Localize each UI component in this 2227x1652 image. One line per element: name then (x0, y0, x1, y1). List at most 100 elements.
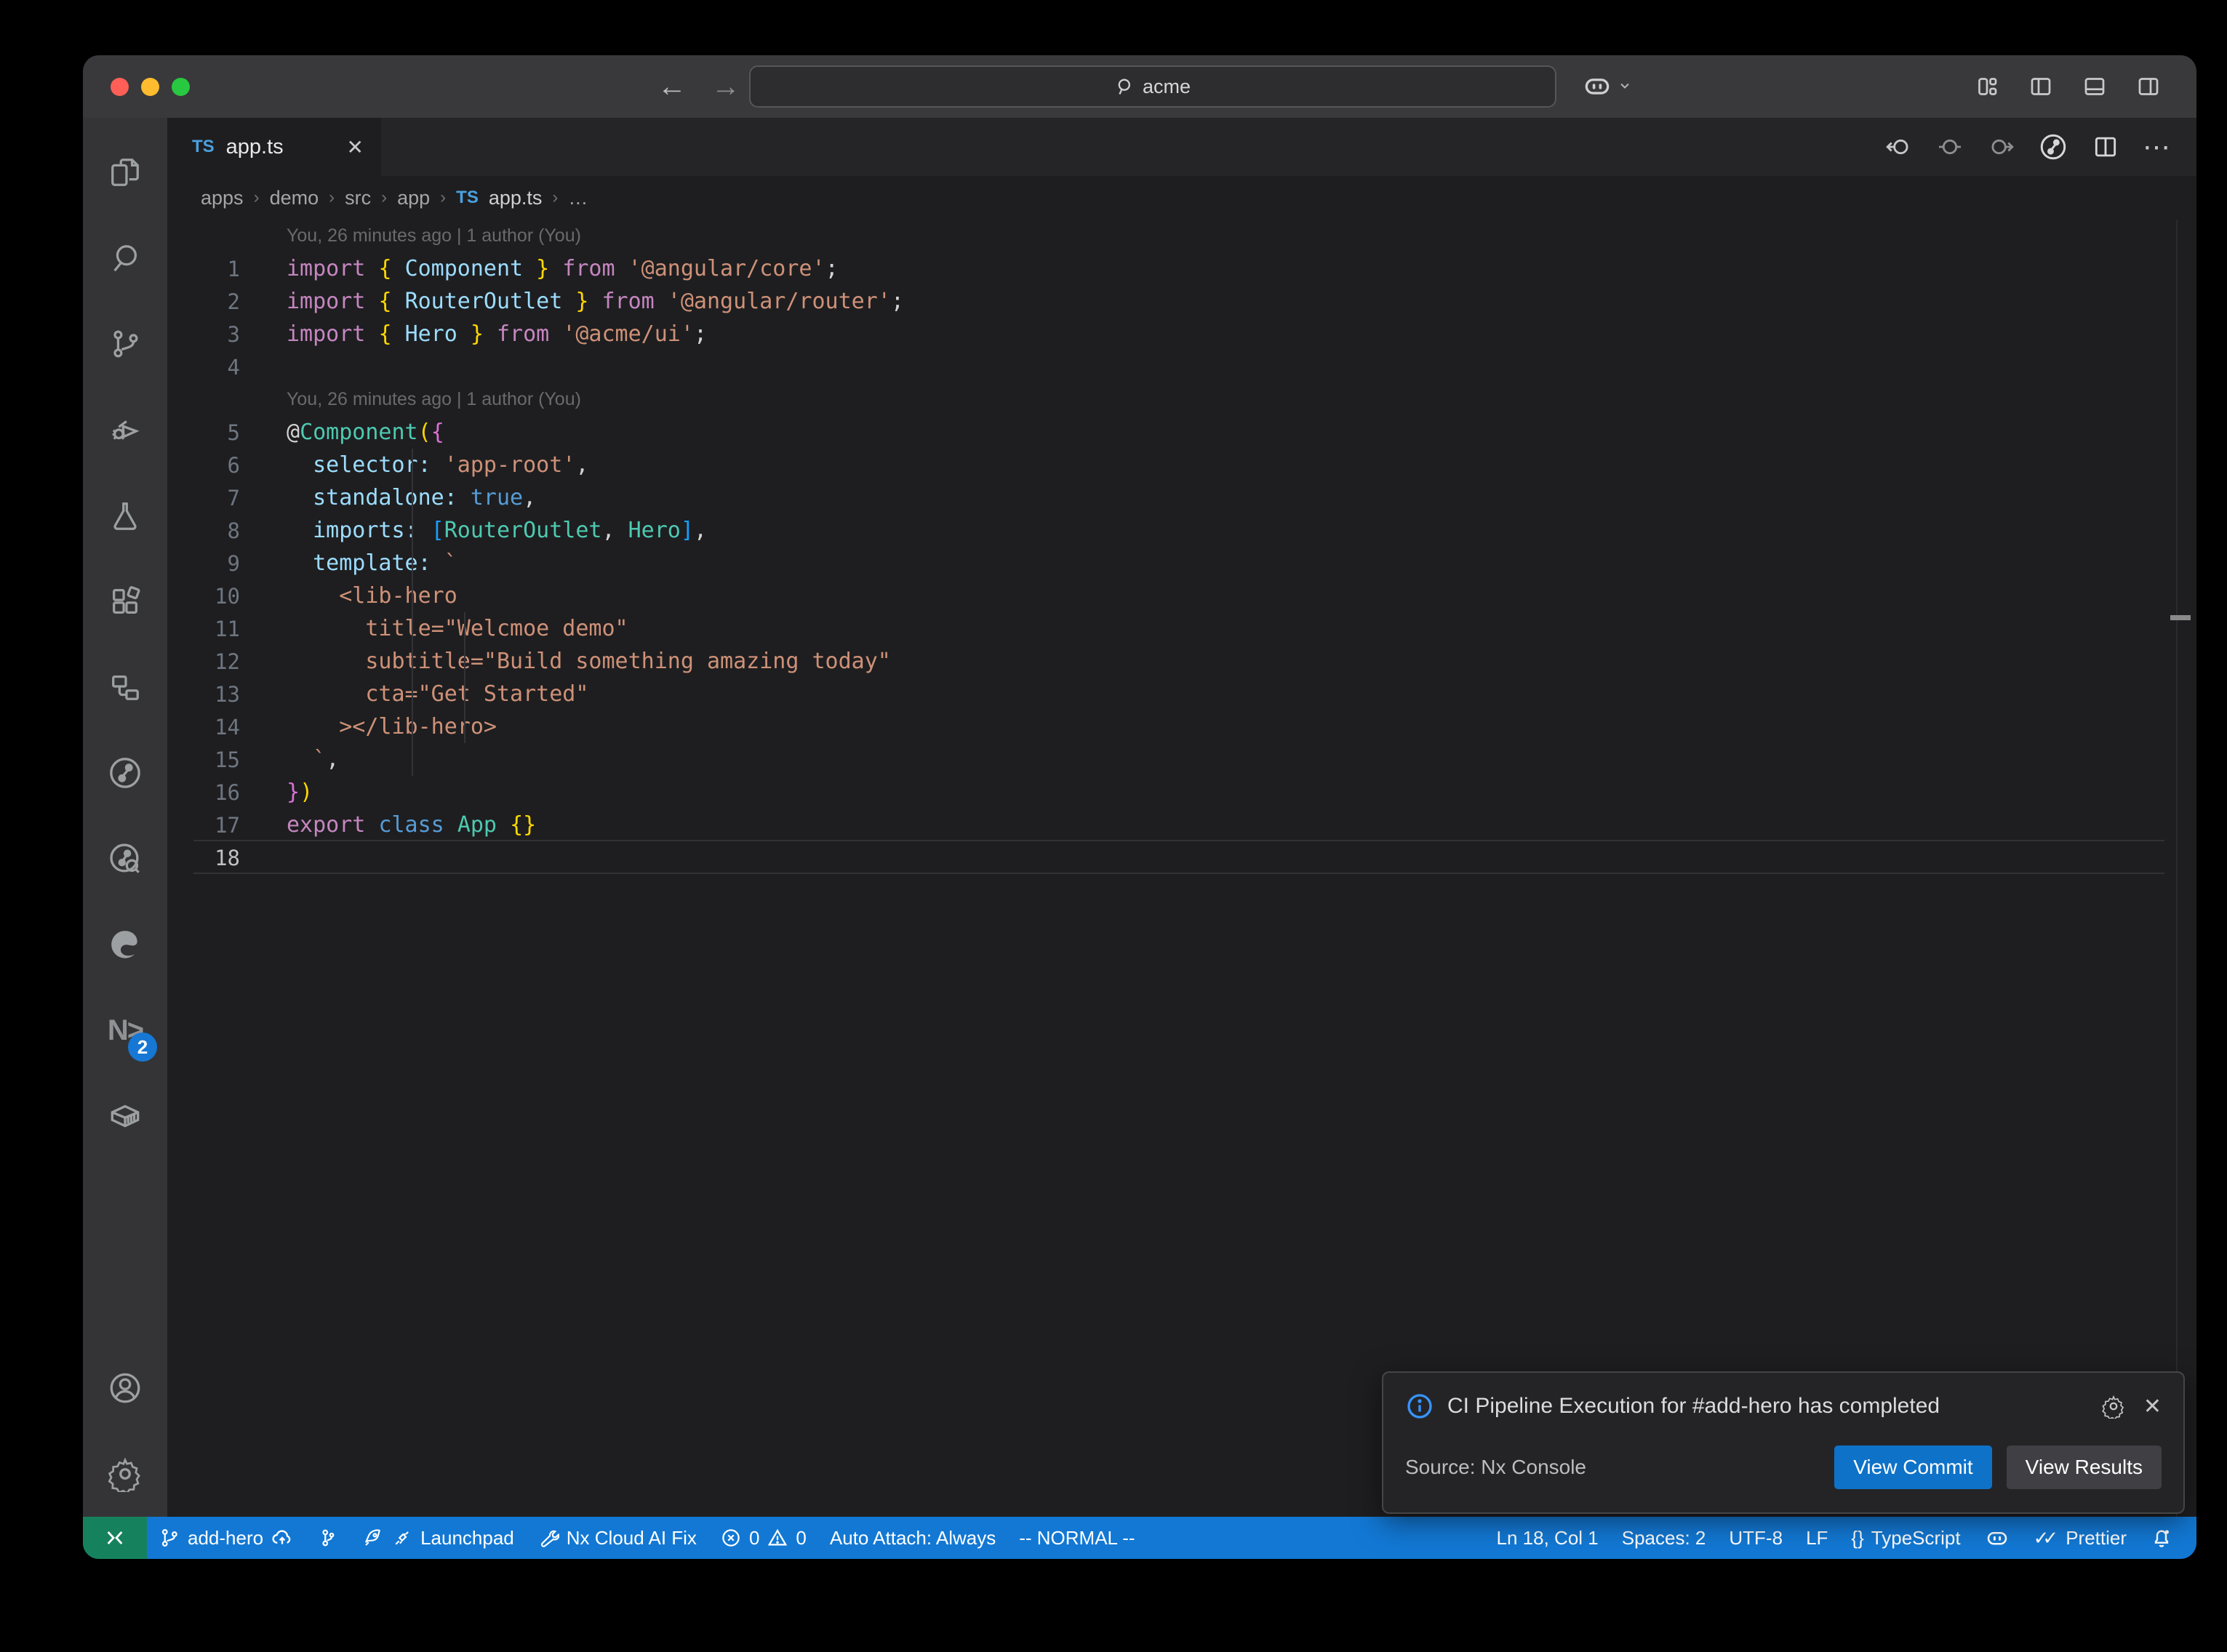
cursor-position-item[interactable]: Ln 18, Col 1 (1485, 1517, 1610, 1559)
breadcrumb-item[interactable]: demo (270, 187, 319, 209)
search-icon[interactable] (83, 215, 167, 301)
project-graph-icon[interactable] (83, 730, 167, 816)
breadcrumb-item[interactable]: apps (201, 187, 244, 209)
editor-actions: ⋯ (1885, 118, 2170, 176)
source-control-icon[interactable] (83, 301, 167, 387)
breadcrumb-item[interactable]: src (345, 187, 371, 209)
code-line[interactable]: 3import { Hero } from '@acme/ui'; (167, 318, 2196, 350)
notification-title: CI Pipeline Execution for #add-hero has … (1447, 1394, 2088, 1419)
breadcrumb-symbol[interactable]: … (568, 187, 588, 209)
code-line[interactable]: 13 cta="Get Started" (167, 678, 2196, 710)
code-text: }) (287, 779, 313, 805)
flowchart-icon[interactable] (83, 644, 167, 730)
toggle-sidebar-left-icon[interactable] (2028, 73, 2054, 100)
code-line[interactable]: 12 subtitle="Build something amazing tod… (167, 645, 2196, 678)
circle-dash-icon[interactable] (1936, 133, 1964, 161)
notification-gear-icon[interactable] (2101, 1394, 2126, 1419)
copilot-menu[interactable] (1581, 70, 1632, 102)
tab-app-ts[interactable]: TS app.ts ✕ (167, 118, 381, 176)
eol-item[interactable]: LF (1794, 1517, 1839, 1559)
toggle-panel-icon[interactable] (2082, 73, 2108, 100)
prettier-item[interactable]: ✓✓ Prettier (2022, 1517, 2138, 1559)
line-number: 9 (167, 551, 240, 576)
breadcrumb-file[interactable]: app.ts (489, 187, 543, 209)
code-line[interactable]: 18 (167, 841, 2196, 874)
copilot-icon (1581, 70, 1613, 102)
code-line[interactable]: 6 selector: 'app-root', (167, 449, 2196, 481)
launchpad-item[interactable]: Launchpad (351, 1517, 526, 1559)
indent-guide (412, 449, 413, 776)
explorer-icon[interactable] (83, 129, 167, 215)
breadcrumb-item[interactable]: app (397, 187, 430, 209)
scrollbar-track[interactable] (2176, 220, 2178, 1517)
code-line[interactable]: 16}) (167, 776, 2196, 809)
copilot-status-item[interactable] (1972, 1517, 2022, 1559)
notification-close-icon[interactable]: ✕ (2143, 1394, 2162, 1419)
git-graph-item[interactable] (305, 1517, 351, 1559)
breadcrumb-separator: › (552, 188, 558, 208)
code-line[interactable]: 8 imports: [RouterOutlet, Hero], (167, 514, 2196, 547)
code-line[interactable]: 5@Component({ (167, 416, 2196, 449)
breadcrumb-separator: › (329, 188, 335, 208)
graph-circle-icon[interactable] (2038, 132, 2068, 162)
code-text: <lib-hero (287, 583, 457, 609)
line-number: 14 (167, 715, 240, 739)
typescript-file-icon: TS (456, 188, 479, 208)
nx-cloud-ai-fix-item[interactable]: Nx Cloud AI Fix (526, 1517, 708, 1559)
toggle-sidebar-right-icon[interactable] (2135, 73, 2162, 100)
activity-bar: N> 2 (83, 118, 167, 1517)
indent-guide (464, 612, 465, 743)
zoom-window-button[interactable] (172, 78, 190, 96)
code-line[interactable]: 1import { Component } from '@angular/cor… (167, 252, 2196, 285)
git-branch-item[interactable]: add-hero (147, 1517, 305, 1559)
line-number: 3 (167, 322, 240, 347)
code-line[interactable]: 10 <lib-hero (167, 580, 2196, 612)
run-debug-icon[interactable] (83, 387, 167, 473)
graph-details-icon[interactable] (83, 816, 167, 902)
view-results-button[interactable]: View Results (2007, 1446, 2162, 1489)
code-line[interactable]: 2import { RouterOutlet } from '@angular/… (167, 285, 2196, 318)
split-editor-icon[interactable] (2092, 133, 2119, 161)
history-back-button[interactable]: ← (657, 71, 687, 103)
language-mode-item[interactable]: {} TypeScript (1839, 1517, 1972, 1559)
minimize-window-button[interactable] (141, 78, 159, 96)
settings-icon[interactable] (83, 1431, 167, 1517)
indentation-item[interactable]: Spaces: 2 (1610, 1517, 1718, 1559)
code-line[interactable]: 15 `, (167, 743, 2196, 776)
remote-icon (103, 1526, 127, 1549)
remote-indicator[interactable] (83, 1517, 147, 1559)
account-icon[interactable] (83, 1345, 167, 1431)
indentation-label: Spaces: 2 (1622, 1527, 1706, 1549)
code-line[interactable]: 4 (167, 350, 2196, 383)
encoding-item[interactable]: UTF-8 (1717, 1517, 1794, 1559)
nav-back-circle-icon[interactable] (1885, 133, 1913, 161)
more-actions-icon[interactable]: ⋯ (2143, 131, 2170, 164)
problems-item[interactable]: 0 0 (708, 1517, 818, 1559)
extensions-icon[interactable] (83, 558, 167, 644)
customize-layout-icon[interactable] (1974, 73, 2000, 100)
line-number: 11 (167, 617, 240, 641)
code-line[interactable]: 7 standalone: true, (167, 481, 2196, 514)
nx-console-icon[interactable]: N> 2 (83, 987, 167, 1073)
command-center-search[interactable]: acme (749, 65, 1556, 108)
close-window-button[interactable] (111, 78, 129, 96)
tab-close-icon[interactable]: ✕ (347, 135, 364, 159)
warning-count: 0 (796, 1527, 806, 1549)
code-line[interactable]: 17export class App {} (167, 809, 2196, 841)
code-line[interactable]: 14 ></lib-hero> (167, 710, 2196, 743)
code-text: import { Component } from '@angular/core… (287, 256, 839, 281)
code-line[interactable]: 11 title="Welcmoe demo" (167, 612, 2196, 645)
edge-tools-icon[interactable] (83, 902, 167, 987)
notifications-bell-item[interactable] (2138, 1517, 2185, 1559)
vim-mode-item[interactable]: -- NORMAL -- (1007, 1517, 1146, 1559)
code-editor[interactable]: You, 26 minutes ago | 1 author (You)1imp… (167, 220, 2196, 1517)
nav-forward-circle-icon[interactable] (1987, 133, 2015, 161)
history-forward-button[interactable]: → (711, 71, 740, 103)
code-line[interactable]: 9 template: ` (167, 547, 2196, 580)
auto-attach-item[interactable]: Auto Attach: Always (818, 1517, 1007, 1559)
testing-icon[interactable] (83, 473, 167, 558)
container-icon[interactable] (83, 1073, 167, 1159)
code-text: @Component({ (287, 420, 444, 445)
vscode-window: ← → acme (83, 55, 2196, 1559)
view-commit-button[interactable]: View Commit (1834, 1446, 1991, 1489)
